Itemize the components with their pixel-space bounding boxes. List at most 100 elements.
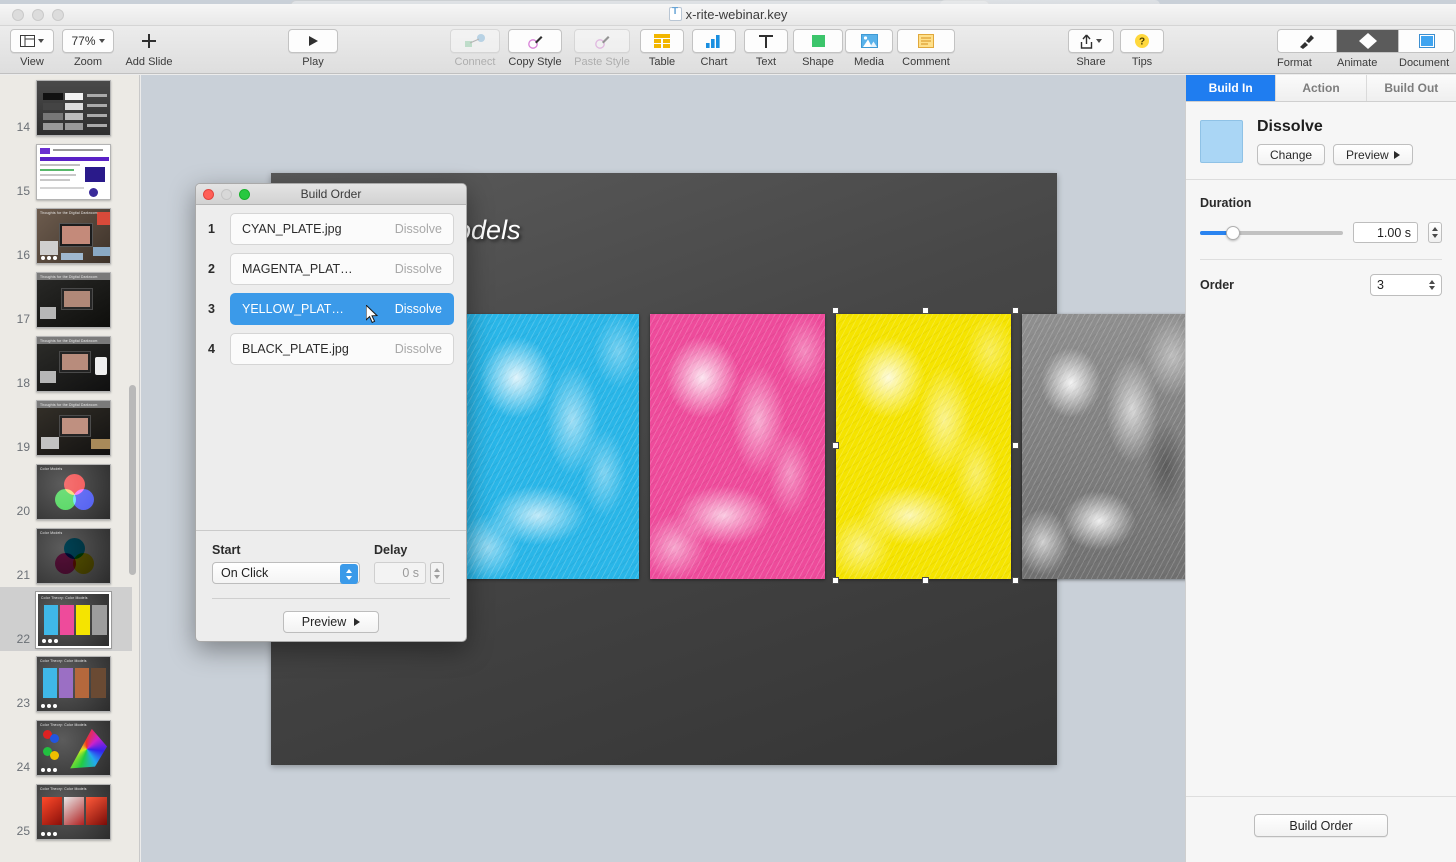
slide-thumbnail[interactable]: Thoughts for the Digital Darkroom [36, 400, 111, 456]
slide-thumbnail-row[interactable]: 17 Thoughts for the Digital Darkroom [0, 267, 132, 331]
build-order-button[interactable]: Build Order [1254, 814, 1388, 837]
magenta-plate-image[interactable] [650, 314, 825, 579]
tab-build-in[interactable]: Build In [1186, 75, 1277, 101]
start-value: On Click [221, 566, 269, 580]
build-order-row[interactable]: 4 BLACK_PLATE.jpg Dissolve [208, 333, 454, 365]
toolbar-play-button[interactable]: Play [288, 29, 338, 68]
toolbar-zoom-button[interactable]: 77% Zoom [62, 29, 114, 68]
duration-slider[interactable] [1200, 225, 1343, 240]
tips-button-face[interactable]: ? [1120, 29, 1164, 53]
toolbar-comment-button[interactable]: Comment [897, 29, 955, 68]
dialog-titlebar[interactable]: Build Order [196, 184, 466, 205]
toolbar-tips-button[interactable]: ? Tips [1120, 29, 1164, 68]
slide-thumbnail-row[interactable]: 25 Color Theory: Color Models [0, 779, 132, 843]
build-order-item[interactable]: YELLOW_PLAT… Dissolve [230, 293, 454, 325]
slide-thumbnail[interactable]: Color Theory: Color Models [36, 656, 111, 712]
tab-action[interactable]: Action [1276, 75, 1367, 101]
popup-arrows-icon[interactable] [340, 564, 358, 584]
duration-slider-knob[interactable] [1225, 225, 1240, 240]
toolbar-share-button[interactable]: Share [1068, 29, 1114, 68]
dialog-close-button[interactable] [203, 189, 214, 200]
duration-value-field[interactable]: 1.00 s [1353, 222, 1418, 243]
shape-button-face[interactable] [793, 29, 843, 53]
slide-thumbnail[interactable] [36, 80, 111, 136]
text-button-face[interactable] [744, 29, 788, 53]
slide-thumbnail-row[interactable]: 18 Thoughts for the Digital Darkroom [0, 331, 132, 395]
resize-handle-top-right[interactable] [1012, 307, 1019, 314]
zoom-button-face[interactable]: 77% [62, 29, 114, 53]
toolbar-format-toggle[interactable] [1277, 29, 1337, 53]
build-order-item[interactable]: MAGENTA_PLAT… Dissolve [230, 253, 454, 285]
table-button-face[interactable] [640, 29, 684, 53]
slide-thumbnail-row[interactable]: 21 Color Models [0, 523, 132, 587]
copy-style-button-face[interactable] [508, 29, 562, 53]
slide-thumbnail-row[interactable]: 15 [0, 139, 132, 203]
slide-thumbnail-title: Thoughts for the Digital Darkroom [40, 403, 98, 407]
resize-handle-top-left[interactable] [832, 307, 839, 314]
slide-thumbnail[interactable]: Color Models [36, 528, 111, 584]
stepper-down-icon[interactable] [1429, 286, 1435, 290]
build-order-row[interactable]: 2 MAGENTA_PLAT… Dissolve [208, 253, 454, 285]
yellow-plate-image[interactable] [836, 314, 1011, 579]
slide-thumbnail[interactable]: Color Theory: Color Models [35, 591, 112, 649]
toolbar-media-button[interactable]: Media [845, 29, 893, 68]
delay-stepper[interactable] [430, 562, 444, 584]
slide-thumbnail[interactable]: Color Models [36, 464, 111, 520]
toolbar-add-slide-button[interactable]: Add Slide [121, 29, 177, 68]
slide-thumbnail[interactable] [36, 144, 111, 200]
toolbar-animate-toggle[interactable] [1337, 29, 1399, 53]
slide-thumbnail-row[interactable]: 20 Color Models [0, 459, 132, 523]
slide-thumbnail-row[interactable]: 22 Color Theory: Color Models [0, 587, 132, 651]
toolbar-copy-style-button[interactable]: Copy Style [508, 29, 562, 68]
change-effect-button[interactable]: Change [1257, 144, 1326, 165]
build-order-row[interactable]: 1 CYAN_PLATE.jpg Dissolve [208, 213, 454, 245]
slide-navigator[interactable]: 14 15 16 Thoughts for the Digital Darkro… [0, 75, 140, 862]
toolbar-shape-button[interactable]: Shape [793, 29, 843, 68]
toolbar-text-button[interactable]: Text [744, 29, 788, 68]
build-order-row[interactable]: 3 YELLOW_PLAT… Dissolve [208, 293, 454, 325]
tab-build-out[interactable]: Build Out [1366, 75, 1456, 101]
cyan-plate-image[interactable] [464, 314, 639, 579]
build-order-dialog[interactable]: Build Order 1 CYAN_PLATE.jpg Dissolve 2 MAGE… [195, 183, 467, 642]
slide-thumbnail[interactable]: Color Theory: Color Models [36, 720, 111, 776]
resize-handle-top-center[interactable] [922, 307, 929, 314]
slide-thumbnail-row[interactable]: 14 [0, 75, 132, 139]
media-button-face[interactable] [845, 29, 893, 53]
comment-button-face[interactable] [897, 29, 955, 53]
duration-stepper[interactable] [1428, 222, 1442, 243]
slide-thumbnail-row[interactable]: 16 Thoughts for the Digital Darkroom [0, 203, 132, 267]
toolbar-chart-button[interactable]: Chart [692, 29, 736, 68]
toolbar-view-button[interactable]: View [10, 29, 54, 68]
slide-thumbnail[interactable]: Thoughts for the Digital Darkroom [36, 336, 111, 392]
build-order-list[interactable]: 1 CYAN_PLATE.jpg Dissolve 2 MAGENTA_PLAT… Dis… [196, 205, 466, 530]
start-popup-button[interactable]: On Click [212, 562, 360, 584]
stepper-up-icon[interactable] [1429, 280, 1435, 284]
toolbar-document-toggle[interactable] [1399, 29, 1455, 53]
preview-effect-button[interactable]: Preview [1333, 144, 1413, 165]
stepper-down-icon[interactable] [1432, 234, 1438, 238]
navigator-scrollbar[interactable] [129, 385, 136, 575]
dialog-preview-button[interactable]: Preview [283, 611, 379, 633]
play-button-face[interactable] [288, 29, 338, 53]
share-button-face[interactable] [1068, 29, 1114, 53]
view-button-face[interactable] [10, 29, 54, 53]
order-stepper[interactable] [1429, 280, 1435, 290]
slide-thumbnail[interactable]: Thoughts for the Digital Darkroom [36, 208, 111, 264]
stepper-up-icon[interactable] [434, 567, 440, 572]
delay-value-field[interactable]: 0 s [374, 562, 426, 584]
slide-thumbnail-row[interactable]: 23 Color Theory: Color Models [0, 651, 132, 715]
dialog-zoom-button[interactable] [239, 189, 250, 200]
add-slide-button-face[interactable] [121, 29, 177, 53]
slide-thumbnail[interactable]: Color Theory: Color Models [36, 784, 111, 840]
build-order-item[interactable]: BLACK_PLATE.jpg Dissolve [230, 333, 454, 365]
chart-button-face[interactable] [692, 29, 736, 53]
stepper-up-icon[interactable] [1432, 227, 1438, 231]
slide-thumbnail-row[interactable]: 19 Thoughts for the Digital Darkroom [0, 395, 132, 459]
slide-thumbnail[interactable]: Thoughts for the Digital Darkroom [36, 272, 111, 328]
order-value-field[interactable]: 3 [1370, 274, 1442, 296]
slide-thumbnail-row[interactable]: 24 Color Theory: Color Models [0, 715, 132, 779]
stepper-down-icon[interactable] [434, 574, 440, 579]
toolbar-table-button[interactable]: Table [640, 29, 684, 68]
black-plate-image[interactable] [1022, 314, 1197, 579]
build-order-item[interactable]: CYAN_PLATE.jpg Dissolve [230, 213, 454, 245]
